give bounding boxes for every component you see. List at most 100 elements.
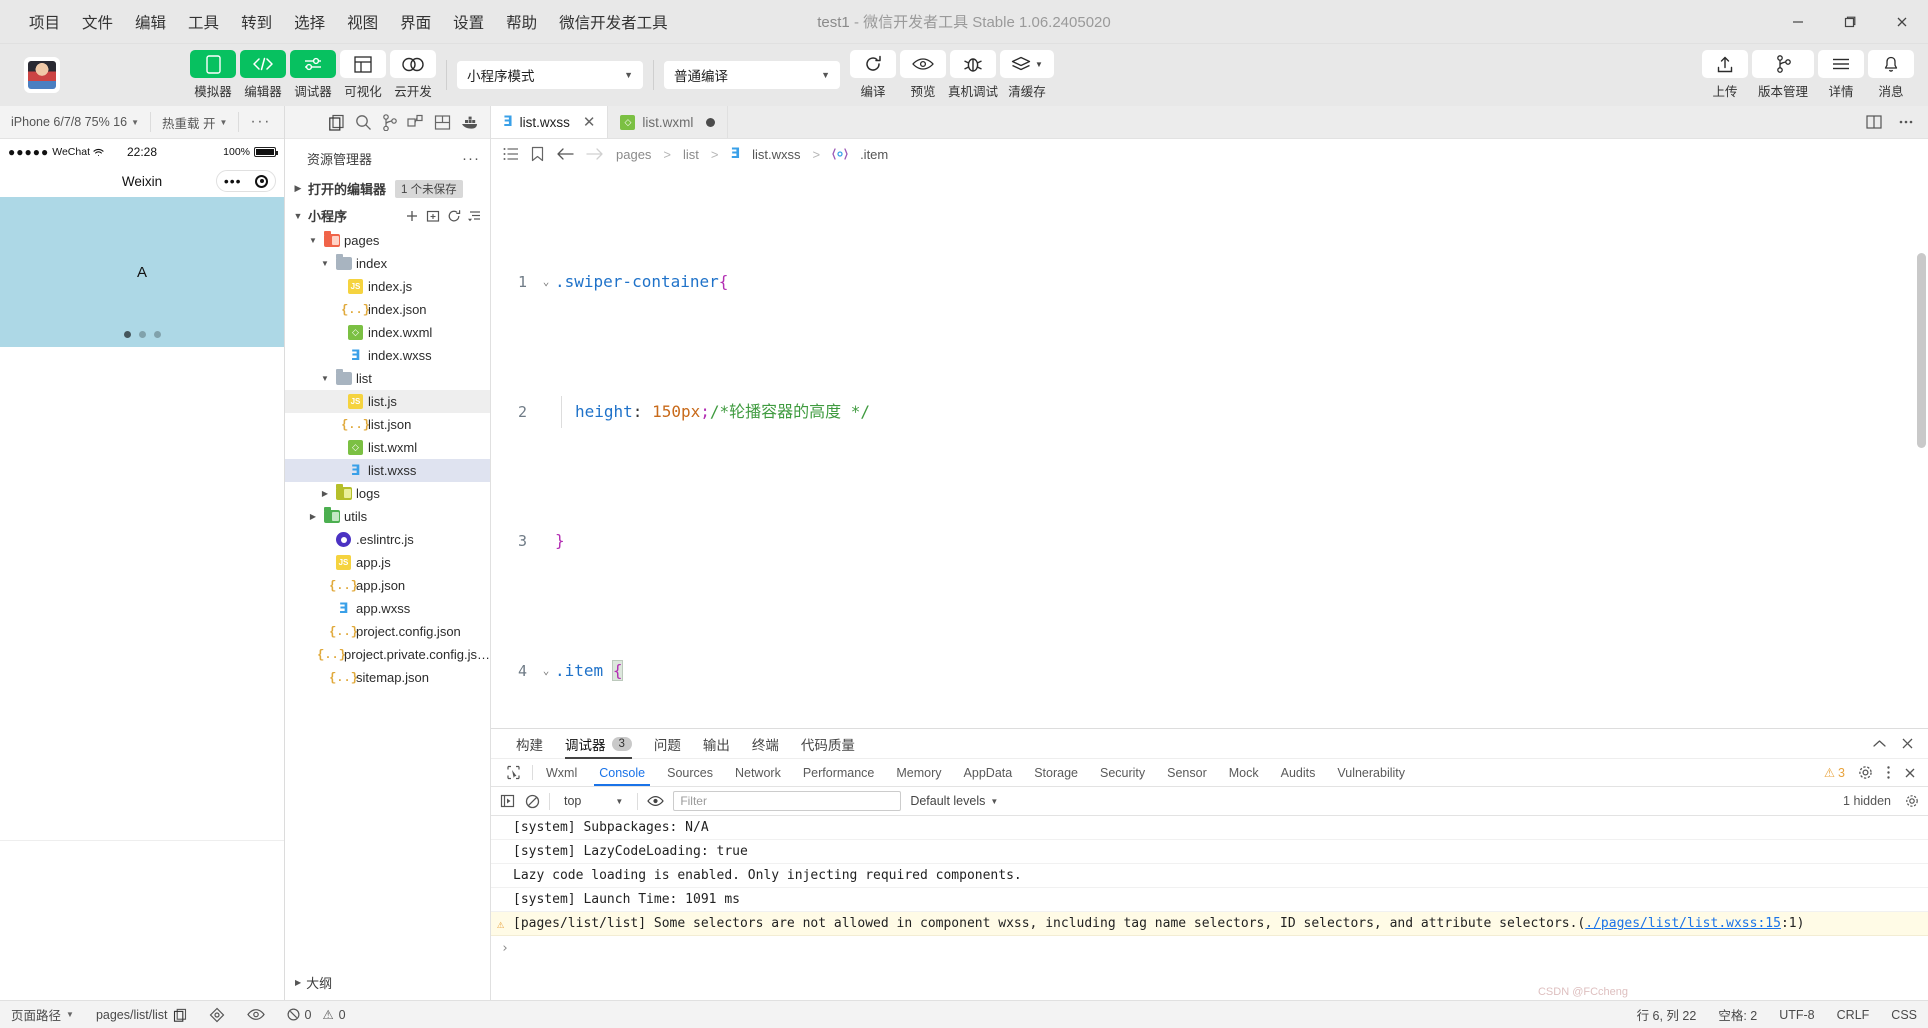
menu-item-settings[interactable]: 设置 [442, 7, 495, 37]
menu-item-view[interactable]: 视图 [336, 7, 389, 37]
devtools-tab-wxml[interactable]: Wxml [535, 759, 588, 786]
preview-button[interactable]: 预览 [900, 50, 946, 100]
breadcrumb-symbol[interactable]: .item [860, 147, 888, 162]
status-eye[interactable] [236, 1001, 276, 1028]
console-levels-select[interactable]: Default levels ▼ [910, 794, 998, 808]
upload-button[interactable]: 上传 [1702, 50, 1748, 100]
tree-item-sitemap-json[interactable]: {..}sitemap.json [285, 666, 490, 689]
minimize-button[interactable] [1772, 0, 1824, 44]
grid-icon[interactable] [407, 114, 424, 131]
editor-tab-list-wxss[interactable]: Ǝ list.wxss ✕ [491, 106, 608, 138]
chevron-right-icon[interactable]: ▶ [307, 512, 319, 521]
tree-item-project-config-json[interactable]: {..}project.config.json [285, 620, 490, 643]
status-problems[interactable]: 0 ⚠ 0 [276, 1001, 357, 1028]
copy-icon[interactable] [328, 114, 345, 131]
close-icon[interactable] [1901, 737, 1914, 750]
status-page-path-value[interactable]: pages/list/list [85, 1001, 198, 1028]
fold-chevron-icon[interactable]: ⌄ [537, 655, 555, 687]
panel-tab-output[interactable]: 输出 [692, 729, 741, 759]
cloud-toggle[interactable]: 云开发 [390, 50, 436, 100]
mode-select[interactable]: 小程序模式 ▼ [457, 61, 643, 89]
compile-select[interactable]: 普通编译 ▼ [664, 61, 840, 89]
compile-button[interactable]: 编译 [850, 50, 896, 100]
simulator-toggle[interactable]: 模拟器 [190, 50, 236, 100]
menu-item-tools[interactable]: 工具 [177, 7, 230, 37]
split-editor-icon[interactable] [1866, 114, 1882, 130]
tree-item-logs[interactable]: ▶logs [285, 482, 490, 505]
menu-item-project[interactable]: 项目 [18, 7, 71, 37]
devtools-tab-memory[interactable]: Memory [885, 759, 952, 786]
devtools-tab-storage[interactable]: Storage [1023, 759, 1089, 786]
console-eye-icon[interactable] [647, 795, 664, 807]
tree-item-index-json[interactable]: {..}index.json [285, 298, 490, 321]
tree-item-list-wxml[interactable]: ◇list.wxml [285, 436, 490, 459]
console-warning-link[interactable]: ./pages/list/list.wxss:15 [1585, 916, 1781, 931]
swiper-container[interactable]: A [0, 197, 284, 347]
inspect-element-icon[interactable] [497, 759, 530, 786]
gear-icon[interactable] [1858, 765, 1873, 780]
panel-tab-problems[interactable]: 问题 [643, 729, 692, 759]
chevron-down-icon[interactable]: ▼ [307, 236, 319, 245]
tree-item-app-wxss[interactable]: Ǝapp.wxss [285, 597, 490, 620]
status-cursor-position[interactable]: 行 6, 列 22 [1626, 1005, 1708, 1024]
console-resume-icon[interactable] [500, 793, 516, 809]
split-icon[interactable] [434, 114, 451, 131]
tree-item-project-private-config-js[interactable]: {..}project.private.config.js… [285, 643, 490, 666]
tree-item-list-json[interactable]: {..}list.json [285, 413, 490, 436]
tree-item-index-js[interactable]: JSindex.js [285, 275, 490, 298]
avatar[interactable] [24, 57, 60, 93]
messages-button[interactable]: 消息 [1868, 50, 1914, 100]
collapse-panel-icon[interactable] [1872, 738, 1887, 750]
debugger-toggle[interactable]: 调试器 [290, 50, 336, 100]
status-page-path[interactable]: 页面路径 ▼ [0, 1001, 85, 1028]
panel-tab-build[interactable]: 构建 [505, 729, 554, 759]
panel-tab-code-quality[interactable]: 代码质量 [790, 729, 866, 759]
status-eol[interactable]: CRLF [1826, 1008, 1881, 1022]
console-output[interactable]: [system] Subpackages: N/A [system] LazyC… [491, 816, 1928, 1000]
capsule-buttons[interactable]: ••• [216, 170, 276, 192]
tree-item-index[interactable]: ▼index [285, 252, 490, 275]
fold-chevron-icon[interactable]: ⌄ [537, 266, 555, 298]
devtools-tab-sensor[interactable]: Sensor [1156, 759, 1218, 786]
breadcrumb-list[interactable]: list [683, 147, 699, 162]
code-editor[interactable]: 1 ⌄ .swiper-container{ 2 height: 150px; … [491, 169, 1928, 728]
panel-tab-debugger[interactable]: 调试器 3 [554, 729, 643, 759]
tree-item-list-wxss[interactable]: Ǝlist.wxss [285, 459, 490, 482]
menu-item-ui[interactable]: 界面 [389, 7, 442, 37]
clear-cache-button[interactable]: ▼ 清缓存 [1000, 50, 1054, 100]
menu-item-edit[interactable]: 编辑 [124, 7, 177, 37]
copy-icon[interactable] [173, 1008, 187, 1022]
devtools-tab-network[interactable]: Network [724, 759, 792, 786]
status-language-mode[interactable]: CSS [1880, 1008, 1928, 1022]
editor-tab-list-wxml[interactable]: ◇ list.wxml [608, 106, 728, 138]
menu-item-devtools[interactable]: 微信开发者工具 [548, 7, 679, 37]
tree-item-app-json[interactable]: {..}app.json [285, 574, 490, 597]
unsaved-dot-icon[interactable] [706, 118, 715, 127]
explorer-more-button[interactable]: ··· [462, 150, 480, 167]
editor-scrollbar[interactable] [1915, 169, 1928, 728]
menu-item-goto[interactable]: 转到 [230, 7, 283, 37]
status-indentation[interactable]: 空格: 2 [1707, 1005, 1768, 1024]
nav-forward-icon[interactable] [586, 147, 604, 161]
new-folder-icon[interactable] [426, 209, 440, 223]
outline-list-icon[interactable] [503, 147, 519, 161]
bookmark-icon[interactable] [531, 146, 544, 162]
tree-item-index-wxml[interactable]: ◇index.wxml [285, 321, 490, 344]
outline-section[interactable]: ▶ 大纲 [285, 965, 490, 1000]
menu-item-select[interactable]: 选择 [283, 7, 336, 37]
remote-debug-button[interactable]: 真机调试 [950, 50, 996, 100]
simulator-more-button[interactable]: ··· [239, 106, 281, 138]
maximize-button[interactable] [1824, 0, 1876, 44]
breadcrumb-pages[interactable]: pages [616, 147, 651, 162]
clear-console-icon[interactable] [525, 794, 540, 809]
menu-item-help[interactable]: 帮助 [495, 7, 548, 37]
devtools-close-icon[interactable] [1904, 767, 1916, 779]
nav-back-icon[interactable] [556, 147, 574, 161]
close-icon[interactable]: ✕ [583, 113, 596, 131]
tree-item-app-js[interactable]: JSapp.js [285, 551, 490, 574]
status-encoding[interactable]: UTF-8 [1768, 1008, 1825, 1022]
tree-item-list-js[interactable]: JSlist.js [285, 390, 490, 413]
tree-item-index-wxss[interactable]: Ǝindex.wxss [285, 344, 490, 367]
collapse-all-icon[interactable] [468, 209, 482, 223]
console-prompt[interactable]: › [491, 936, 1928, 959]
